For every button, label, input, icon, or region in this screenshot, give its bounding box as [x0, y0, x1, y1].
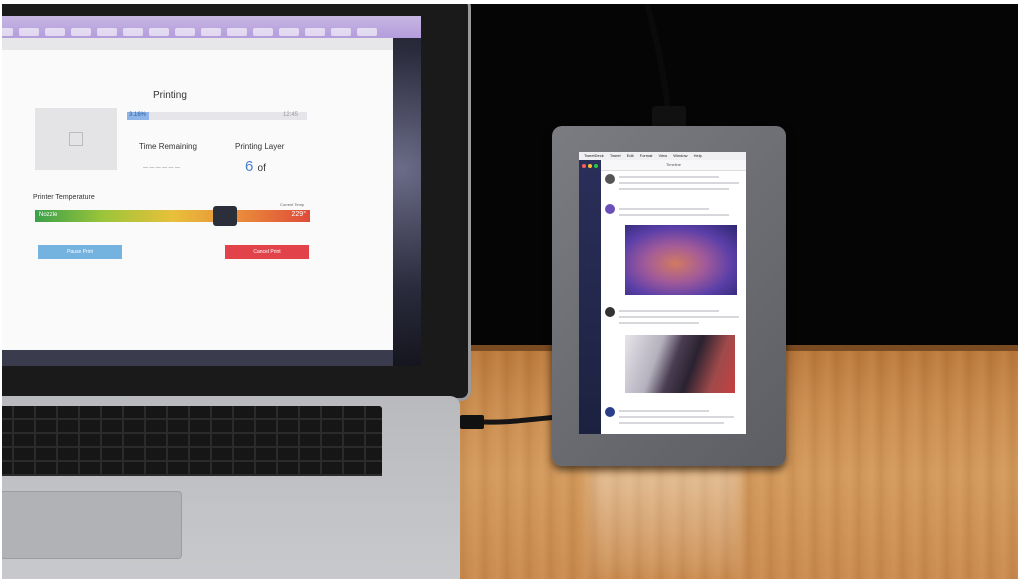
time-remaining-value: — — — — — —	[143, 165, 180, 171]
usb-cable	[460, 414, 560, 429]
dock-strip	[0, 350, 393, 366]
tablet-screen: TweetDeck Tweet Edit Format View Window …	[579, 152, 746, 434]
menu-item[interactable]: Format	[640, 153, 653, 158]
menu-item[interactable]: Tweet	[610, 153, 621, 158]
tweet-line	[619, 416, 734, 418]
laptop-screen: Printing 3.16% 12:45 Time Remaining Prin…	[0, 16, 421, 366]
tweet-image[interactable]	[625, 335, 735, 393]
temperature-handle[interactable]	[213, 206, 237, 226]
layer-number: 6	[245, 158, 254, 175]
power-cable-top	[643, 0, 671, 110]
temperature-slider[interactable]: Nozzle 229°	[35, 206, 310, 226]
printing-layer-label: Printing Layer	[235, 142, 285, 151]
tweetdeck-sidebar	[579, 160, 601, 434]
printer-temperature-title: Printer Temperature	[33, 194, 95, 201]
progress-total: 12:45	[283, 112, 299, 118]
menu-item[interactable]: Help	[694, 153, 702, 158]
progress-label: 3.16%	[129, 112, 147, 118]
pause-print-button[interactable]: Pause Print	[38, 245, 122, 259]
trackpad	[0, 491, 182, 559]
tweet-image[interactable]	[625, 225, 737, 295]
printing-layer-value: 6 of	[245, 158, 266, 175]
model-thumbnail	[35, 108, 117, 170]
current-temp-label: Current Temp	[280, 202, 305, 207]
nozzle-label: Nozzle	[39, 212, 58, 218]
tweet-line	[619, 176, 719, 178]
laptop-lid: Printing 3.16% 12:45 Time Remaining Prin…	[0, 0, 471, 401]
tablet-display: TweetDeck Tweet Edit Format View Window …	[552, 126, 786, 466]
column-title: Timeline	[601, 160, 746, 171]
tweet-line	[619, 188, 729, 190]
menu-item[interactable]: View	[659, 153, 668, 158]
tweet-line	[619, 322, 699, 324]
avatar[interactable]	[605, 174, 615, 184]
laptop-base	[0, 396, 460, 579]
page-title: Printing	[153, 90, 187, 101]
avatar[interactable]	[605, 407, 615, 417]
minimize-dot-icon[interactable]	[588, 164, 592, 168]
avatar[interactable]	[605, 204, 615, 214]
temperature-value: 229°	[291, 211, 306, 218]
avatar[interactable]	[605, 307, 615, 317]
close-dot-icon[interactable]	[582, 164, 586, 168]
image-border-left	[0, 0, 2, 579]
tweet-line	[619, 422, 724, 424]
photo-scene: Printing 3.16% 12:45 Time Remaining Prin…	[0, 0, 1018, 579]
cancel-print-button[interactable]: Cancel Print	[225, 245, 309, 259]
tweet-line	[619, 208, 709, 210]
desktop-wallpaper	[393, 38, 421, 366]
tweet-line	[619, 310, 719, 312]
menu-item[interactable]: TweetDeck	[584, 153, 604, 158]
tweet-line	[619, 316, 739, 318]
menu-item[interactable]: Edit	[627, 153, 634, 158]
menu-item[interactable]: Window	[673, 153, 687, 158]
keyboard	[0, 406, 382, 476]
tweet-line	[619, 214, 729, 216]
mac-menu-bar[interactable]: TweetDeck Tweet Edit Format View Window …	[579, 152, 746, 160]
print-progress-bar: 3.16%	[127, 112, 307, 120]
image-border-top	[0, 0, 1018, 4]
layer-of: of	[257, 163, 266, 174]
time-remaining-label: Time Remaining	[139, 142, 197, 151]
print-status-panel: Printing 3.16% 12:45 Time Remaining Prin…	[0, 50, 393, 350]
cube-icon	[69, 132, 83, 146]
zoom-dot-icon[interactable]	[594, 164, 598, 168]
tweet-line	[619, 410, 709, 412]
tablet-reflection	[590, 470, 740, 575]
browser-tab-bar[interactable]	[0, 16, 421, 38]
tweet-line	[619, 182, 739, 184]
